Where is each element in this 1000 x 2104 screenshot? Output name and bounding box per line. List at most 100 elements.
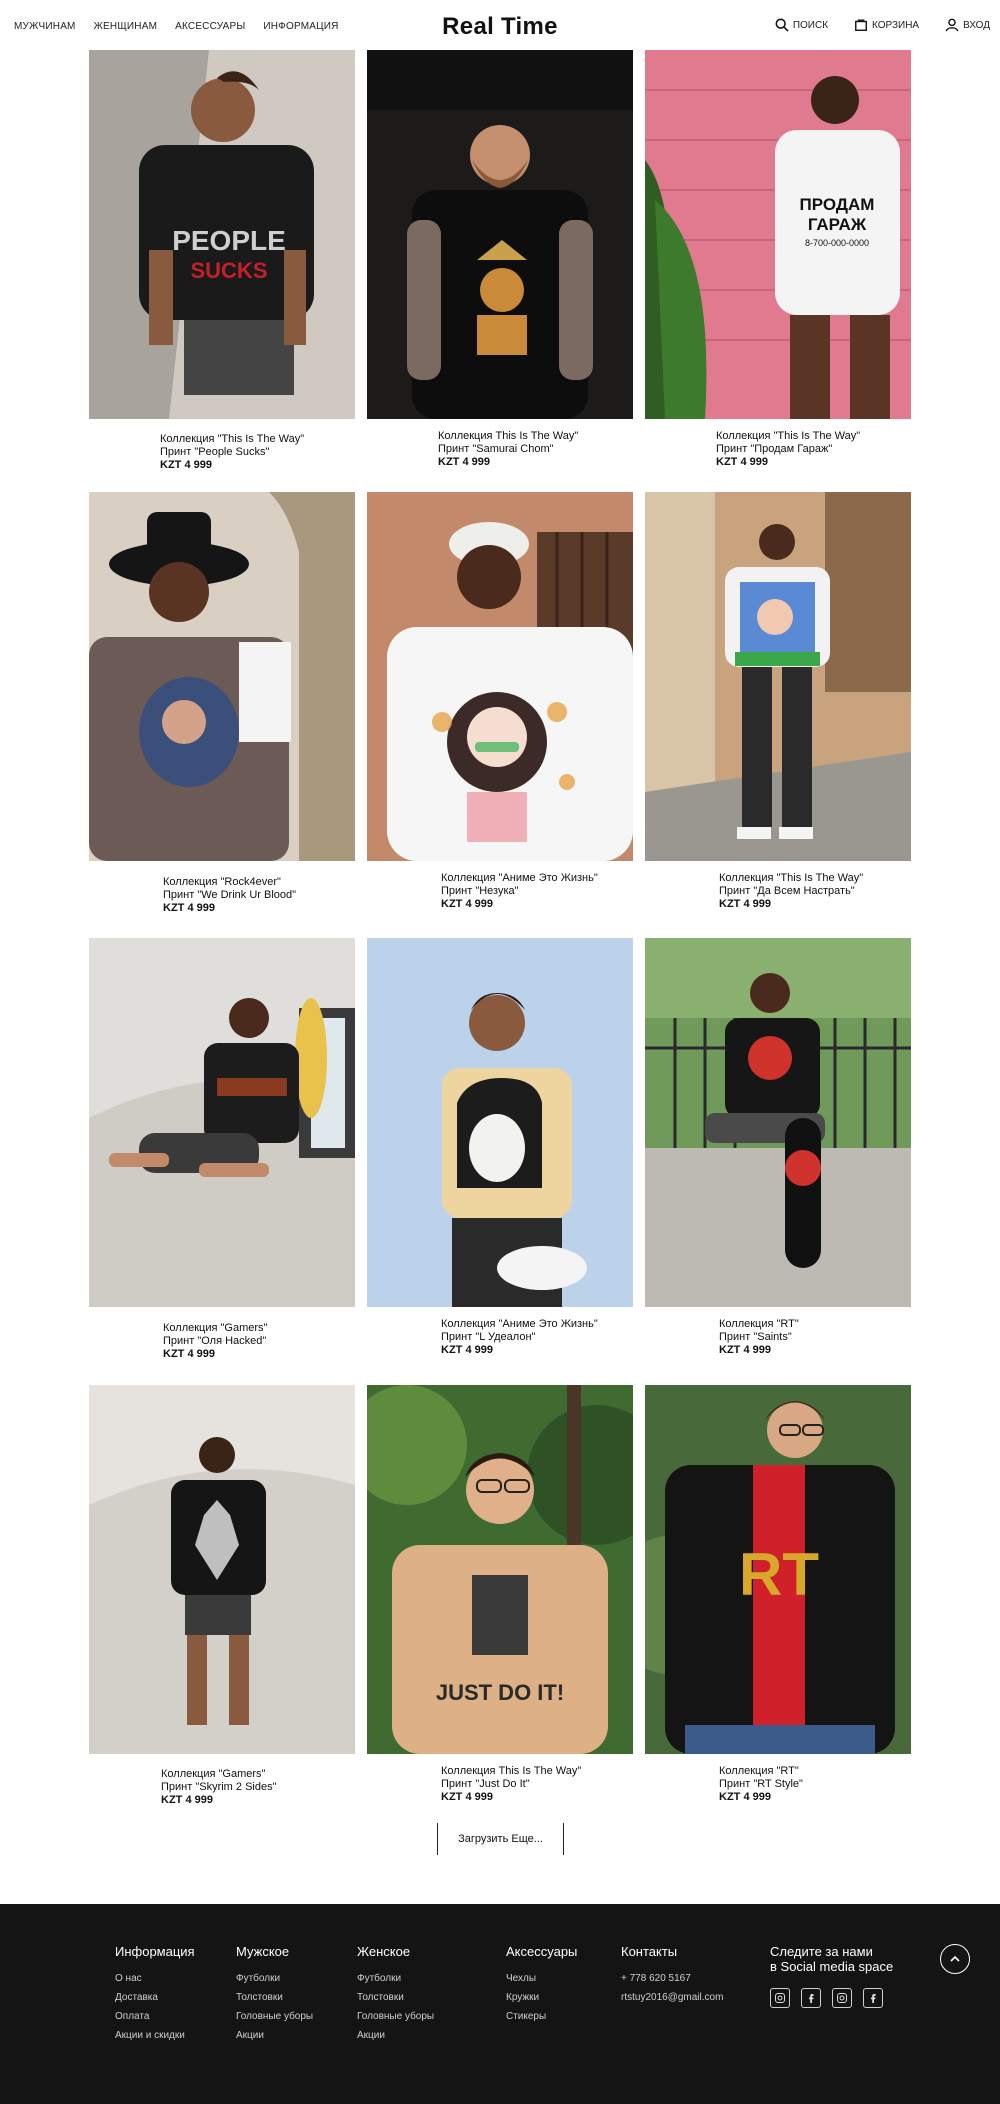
- footer-accessories-title: Аксессуары: [506, 1944, 578, 1959]
- footer-link-men-hoodies[interactable]: Толстовки: [236, 1992, 313, 2003]
- product-price: KZT 4 999: [161, 1794, 213, 1806]
- footer-link-women-sales[interactable]: Акции: [357, 2030, 434, 2041]
- svg-text:ГАРАЖ: ГАРАЖ: [808, 215, 867, 234]
- product-print: Принт "Samurai Chom": [438, 443, 554, 455]
- product-caption: Коллекция "Rock4ever" Принт "We Drink Ur…: [163, 876, 296, 915]
- product-caption: Коллекция "RT" Принт "Saints" KZT 4 999: [719, 1318, 799, 1357]
- footer-link-men-hats[interactable]: Головные уборы: [236, 2011, 313, 2022]
- product-collection: Коллекция "Rock4ever": [163, 876, 281, 888]
- footer-link-sales[interactable]: Акции и скидки: [115, 2030, 195, 2041]
- product-photo[interactable]: [89, 492, 355, 861]
- product-print: Принт "Продам Гараж": [716, 443, 833, 455]
- instagram-icon[interactable]: [832, 1988, 852, 2008]
- svg-text:SUCKS: SUCKS: [190, 258, 267, 283]
- instagram-icon[interactable]: [770, 1988, 790, 2008]
- product-price: KZT 4 999: [719, 1344, 771, 1356]
- load-more-button[interactable]: Загрузить Еще...: [437, 1823, 564, 1855]
- product-photo[interactable]: PEOPLE SUCKS: [89, 50, 355, 419]
- product-card[interactable]: [89, 938, 355, 1307]
- product-photo[interactable]: [89, 938, 355, 1307]
- product-collection: Коллекция This Is The Way": [441, 1765, 582, 1777]
- product-photo[interactable]: ПРОДАМ ГАРАЖ 8-700-000-0000: [645, 50, 911, 419]
- footer-link-women-hoodies[interactable]: Толстовки: [357, 1992, 434, 2003]
- footer-link-cases[interactable]: Чехлы: [506, 1973, 577, 1984]
- footer-link-men-sales[interactable]: Акции: [236, 2030, 313, 2041]
- facebook-icon[interactable]: [863, 1988, 883, 2008]
- footer-email[interactable]: rtstuy2016@gmail.com: [621, 1992, 723, 2003]
- product-card[interactable]: JUST DO IT!: [367, 1385, 633, 1754]
- product-collection: Коллекция "RT": [719, 1765, 799, 1777]
- product-photo[interactable]: RT: [645, 1385, 911, 1754]
- footer-info-title: Информация: [115, 1944, 195, 1959]
- product-caption: Коллекция "Аниме Это Жизнь" Принт "L Уде…: [441, 1318, 598, 1357]
- product-card[interactable]: [645, 938, 911, 1307]
- login-label: ВХОД: [963, 19, 990, 31]
- product-photo[interactable]: [645, 492, 911, 861]
- cart-label: КОРЗИНА: [872, 19, 920, 31]
- cart-button[interactable]: КОРЗИНА: [854, 18, 919, 32]
- product-photo[interactable]: [367, 50, 633, 419]
- search-label: ПОИСК: [792, 19, 829, 31]
- footer-men-column: Мужское Футболки Толстовки Головные убор…: [236, 1944, 313, 2049]
- product-print: Принт "L Удеалон": [441, 1331, 536, 1343]
- product-photo[interactable]: [645, 938, 911, 1307]
- product-price: KZT 4 999: [441, 1791, 493, 1803]
- header-actions: ПОИСК КОРЗИНА ВХОД: [775, 18, 990, 32]
- product-card[interactable]: [89, 492, 355, 861]
- login-button[interactable]: ВХОД: [945, 18, 990, 32]
- product-print: Принт "Незука": [441, 885, 519, 897]
- product-card[interactable]: [367, 492, 633, 861]
- product-print: Принт "Оля Hacked": [163, 1335, 267, 1347]
- product-card[interactable]: [89, 1385, 355, 1754]
- product-card[interactable]: ПРОДАМ ГАРАЖ 8-700-000-0000: [645, 50, 911, 419]
- product-print: Принт "Skyrim 2 Sides": [161, 1781, 277, 1793]
- footer-link-women-tshirts[interactable]: Футболки: [357, 1973, 434, 1984]
- product-photo[interactable]: [367, 938, 633, 1307]
- footer-link-payment[interactable]: Оплата: [115, 2011, 195, 2022]
- product-photo[interactable]: [367, 492, 633, 861]
- search-icon: [775, 18, 789, 32]
- product-collection: Коллекция "Gamers": [161, 1768, 266, 1780]
- svg-text:PEOPLE: PEOPLE: [172, 225, 286, 256]
- footer-link-women-hats[interactable]: Головные уборы: [357, 2011, 434, 2022]
- product-caption: Коллекция "Аниме Это Жизнь" Принт "Незук…: [441, 872, 598, 911]
- product-caption: Коллекция "Gamers" Принт "Skyrim 2 Sides…: [161, 1768, 277, 1807]
- facebook-icon[interactable]: [801, 1988, 821, 2008]
- product-collection: Коллекция "This Is The Way": [719, 872, 864, 884]
- footer-link-about[interactable]: О нас: [115, 1973, 195, 1984]
- product-card[interactable]: [367, 50, 633, 419]
- site-footer: Информация О нас Доставка Оплата Акции и…: [0, 1904, 1000, 2104]
- product-print: Принт "Saints": [719, 1331, 792, 1343]
- svg-text:8-700-000-0000: 8-700-000-0000: [805, 238, 869, 248]
- product-price: KZT 4 999: [160, 459, 212, 471]
- footer-phone[interactable]: + 778 620 5167: [621, 1973, 723, 1984]
- product-card[interactable]: RT: [645, 1385, 911, 1754]
- footer-link-stickers[interactable]: Стикеры: [506, 2011, 577, 2022]
- product-collection: Коллекция This Is The Way": [438, 430, 579, 442]
- footer-men-title: Мужское: [236, 1944, 290, 1959]
- product-print: Принт "RT Style": [719, 1778, 803, 1790]
- footer-link-delivery[interactable]: Доставка: [115, 1992, 195, 2003]
- footer-link-men-tshirts[interactable]: Футболки: [236, 1973, 313, 1984]
- product-card[interactable]: [367, 938, 633, 1307]
- footer-social-title: Следите за нами в Social media space: [770, 1944, 893, 1974]
- site-header: МУЖЧИНАМ ЖЕНЩИНАМ АКСЕССУАРЫ ИНФОРМАЦИЯ …: [0, 0, 1000, 50]
- product-caption: Коллекция This Is The Way" Принт "Just D…: [441, 1765, 581, 1804]
- cart-icon: [855, 19, 867, 31]
- product-print: Принт "Да Всем Настрать": [719, 885, 855, 897]
- product-photo[interactable]: JUST DO IT!: [367, 1385, 633, 1754]
- product-price: KZT 4 999: [441, 1344, 493, 1356]
- svg-text:JUST DO IT!: JUST DO IT!: [436, 1680, 564, 1705]
- search-button[interactable]: ПОИСК: [775, 18, 828, 32]
- product-price: KZT 4 999: [441, 898, 493, 910]
- scroll-top-button[interactable]: [940, 1944, 970, 1974]
- product-card[interactable]: PEOPLE SUCKS: [89, 50, 355, 419]
- product-collection: Коллекция "Аниме Это Жизнь": [441, 1318, 598, 1330]
- product-price: KZT 4 999: [719, 898, 771, 910]
- product-print: Принт "People Sucks": [160, 446, 270, 458]
- product-card[interactable]: [645, 492, 911, 861]
- footer-social-title-line2: в Social media space: [770, 1959, 894, 1974]
- footer-link-mugs[interactable]: Кружки: [506, 1992, 577, 2003]
- product-photo[interactable]: [89, 1385, 355, 1754]
- user-icon: [945, 18, 959, 32]
